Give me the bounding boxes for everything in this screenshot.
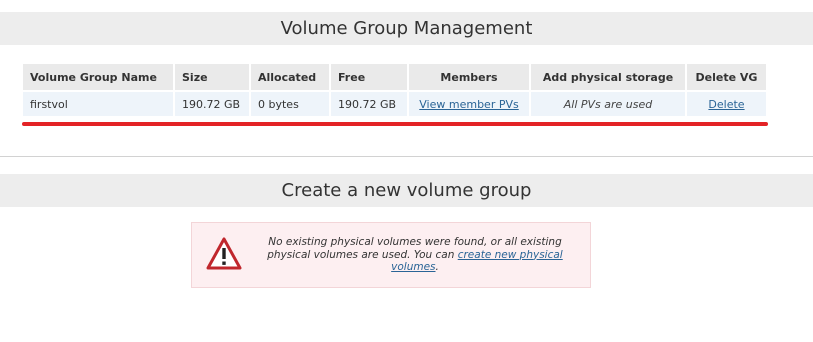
vg-management-header: Volume Group Management [0,12,813,45]
vg-members-cell: View member PVs [409,92,529,116]
red-highlight-underline [22,122,768,126]
col-header-allocated[interactable]: Allocated [251,64,329,90]
col-header-delete[interactable]: Delete VG [687,64,766,90]
vg-allocated-cell: 0 bytes [251,92,329,116]
delete-vg-link[interactable]: Delete [708,98,744,111]
col-header-members[interactable]: Members [409,64,529,90]
vg-free-cell: 190.72 GB [331,92,407,116]
view-member-pvs-link[interactable]: View member PVs [419,98,518,111]
col-header-name[interactable]: Volume Group Name [23,64,173,90]
table-row: firstvol 190.72 GB 0 bytes 190.72 GB Vie… [23,92,766,116]
col-header-add-storage[interactable]: Add physical storage [531,64,685,90]
warning-message-box: No existing physical volumes were found,… [191,222,591,288]
warning-triangle-icon [206,237,242,270]
warning-text: No existing physical volumes were found,… [250,236,580,274]
col-header-size[interactable]: Size [175,64,249,90]
vg-size-cell: 190.72 GB [175,92,249,116]
vg-name-cell: firstvol [23,92,173,116]
table-header-row: Volume Group Name Size Allocated Free Me… [23,64,766,90]
section-divider [0,156,813,157]
vg-delete-cell: Delete [687,92,766,116]
vg-add-storage-cell: All PVs are used [531,92,685,116]
warning-message-end: . [435,261,439,273]
col-header-free[interactable]: Free [331,64,407,90]
create-vg-header: Create a new volume group [0,174,813,207]
volume-group-table: Volume Group Name Size Allocated Free Me… [21,62,768,118]
